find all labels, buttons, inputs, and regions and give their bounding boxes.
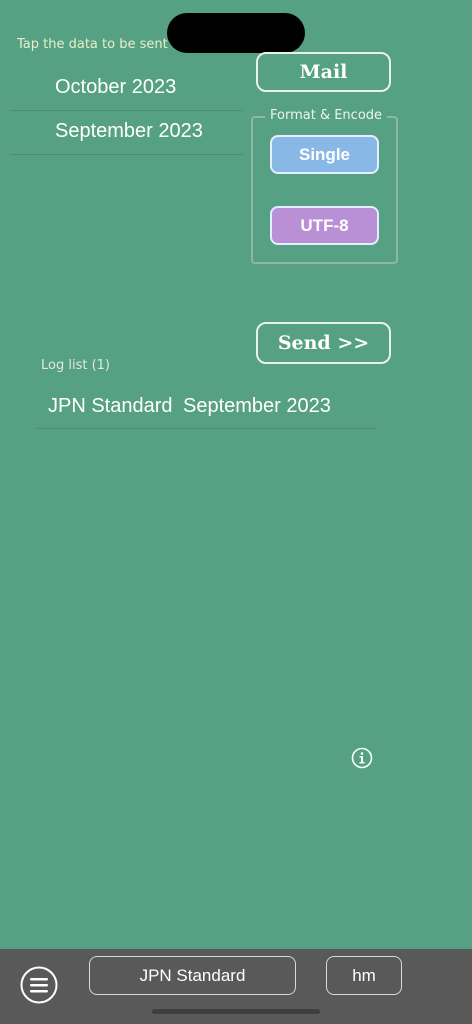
- encoding-utf8-button[interactable]: UTF-8: [270, 206, 379, 245]
- camera-notch: [167, 13, 305, 53]
- send-button[interactable]: Send >>: [256, 322, 391, 364]
- format-single-button[interactable]: Single: [270, 135, 379, 174]
- hamburger-menu-icon[interactable]: [20, 966, 58, 1004]
- info-icon[interactable]: [351, 747, 373, 769]
- send-hint-label: Tap the data to be sent: [17, 37, 168, 52]
- unit-select-button[interactable]: hm: [326, 956, 402, 995]
- data-list-item-label: September 2023: [55, 120, 203, 142]
- home-indicator: [152, 1009, 320, 1014]
- data-list-item[interactable]: September 2023: [10, 110, 243, 155]
- log-item-date: September 2023: [183, 395, 331, 417]
- log-list-item[interactable]: JPN Standard September 2023: [36, 385, 376, 429]
- log-list-label: Log list (1): [41, 358, 110, 373]
- data-list-item-label: October 2023: [55, 76, 177, 98]
- log-item-format: JPN Standard: [48, 395, 173, 417]
- data-list-item[interactable]: October 2023: [10, 66, 243, 111]
- format-encode-title: Format & Encode: [265, 108, 388, 123]
- mode-select-button[interactable]: JPN Standard: [89, 956, 296, 995]
- mail-button[interactable]: Mail: [256, 52, 391, 92]
